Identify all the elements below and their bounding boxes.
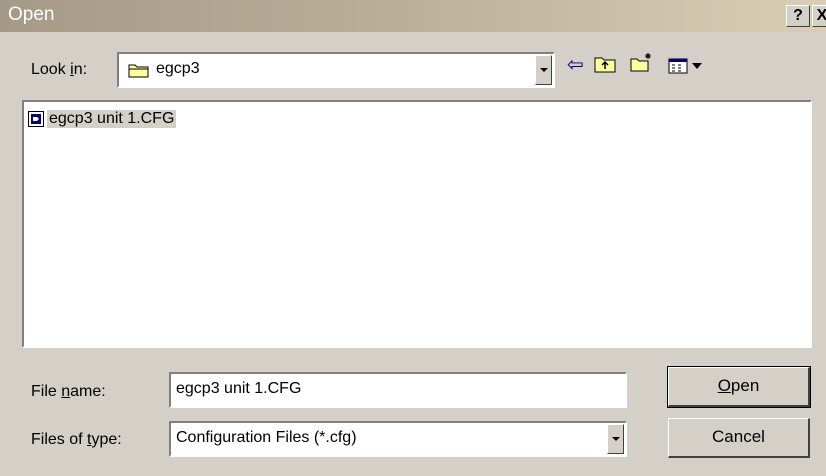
file-name-label: File name: xyxy=(31,383,106,400)
close-icon: X xyxy=(816,7,826,24)
file-type-dropdown[interactable]: Configuration Files (*.cfg) xyxy=(169,421,627,457)
file-type-label: Files of type: xyxy=(31,431,122,448)
title-bar[interactable]: Open ? X xyxy=(0,0,826,32)
file-name-text: egcp3 unit 1.CFG xyxy=(47,110,177,128)
file-name-field[interactable]: egcp3 unit 1.CFG xyxy=(169,372,627,408)
look-in-dropdown-button[interactable] xyxy=(535,55,552,85)
look-in-dropdown[interactable]: egcp3 xyxy=(117,52,555,88)
back-arrow-icon[interactable]: ⇦ xyxy=(567,52,584,78)
cfg-file-icon xyxy=(28,111,44,127)
look-in-value: egcp3 xyxy=(156,60,200,77)
look-in-label: Look in: xyxy=(31,61,88,78)
file-name-value: egcp3 unit 1.CFG xyxy=(176,380,302,397)
folder-icon xyxy=(128,62,150,78)
new-folder-icon[interactable] xyxy=(630,52,654,78)
window-title: Open xyxy=(8,4,55,25)
file-type-dropdown-button[interactable] xyxy=(607,424,624,454)
view-menu-icon[interactable] xyxy=(668,55,706,81)
help-icon: ? xyxy=(793,7,803,24)
up-folder-icon[interactable] xyxy=(594,54,616,80)
close-button[interactable]: X xyxy=(812,5,826,27)
list-item[interactable]: egcp3 unit 1.CFG xyxy=(28,108,177,130)
file-type-value: Configuration Files (*.cfg) xyxy=(176,429,357,446)
cancel-button[interactable]: Cancel xyxy=(668,418,810,458)
open-button[interactable]: Open xyxy=(667,366,811,408)
file-list[interactable]: egcp3 unit 1.CFG xyxy=(22,100,812,348)
help-button[interactable]: ? xyxy=(786,5,810,27)
